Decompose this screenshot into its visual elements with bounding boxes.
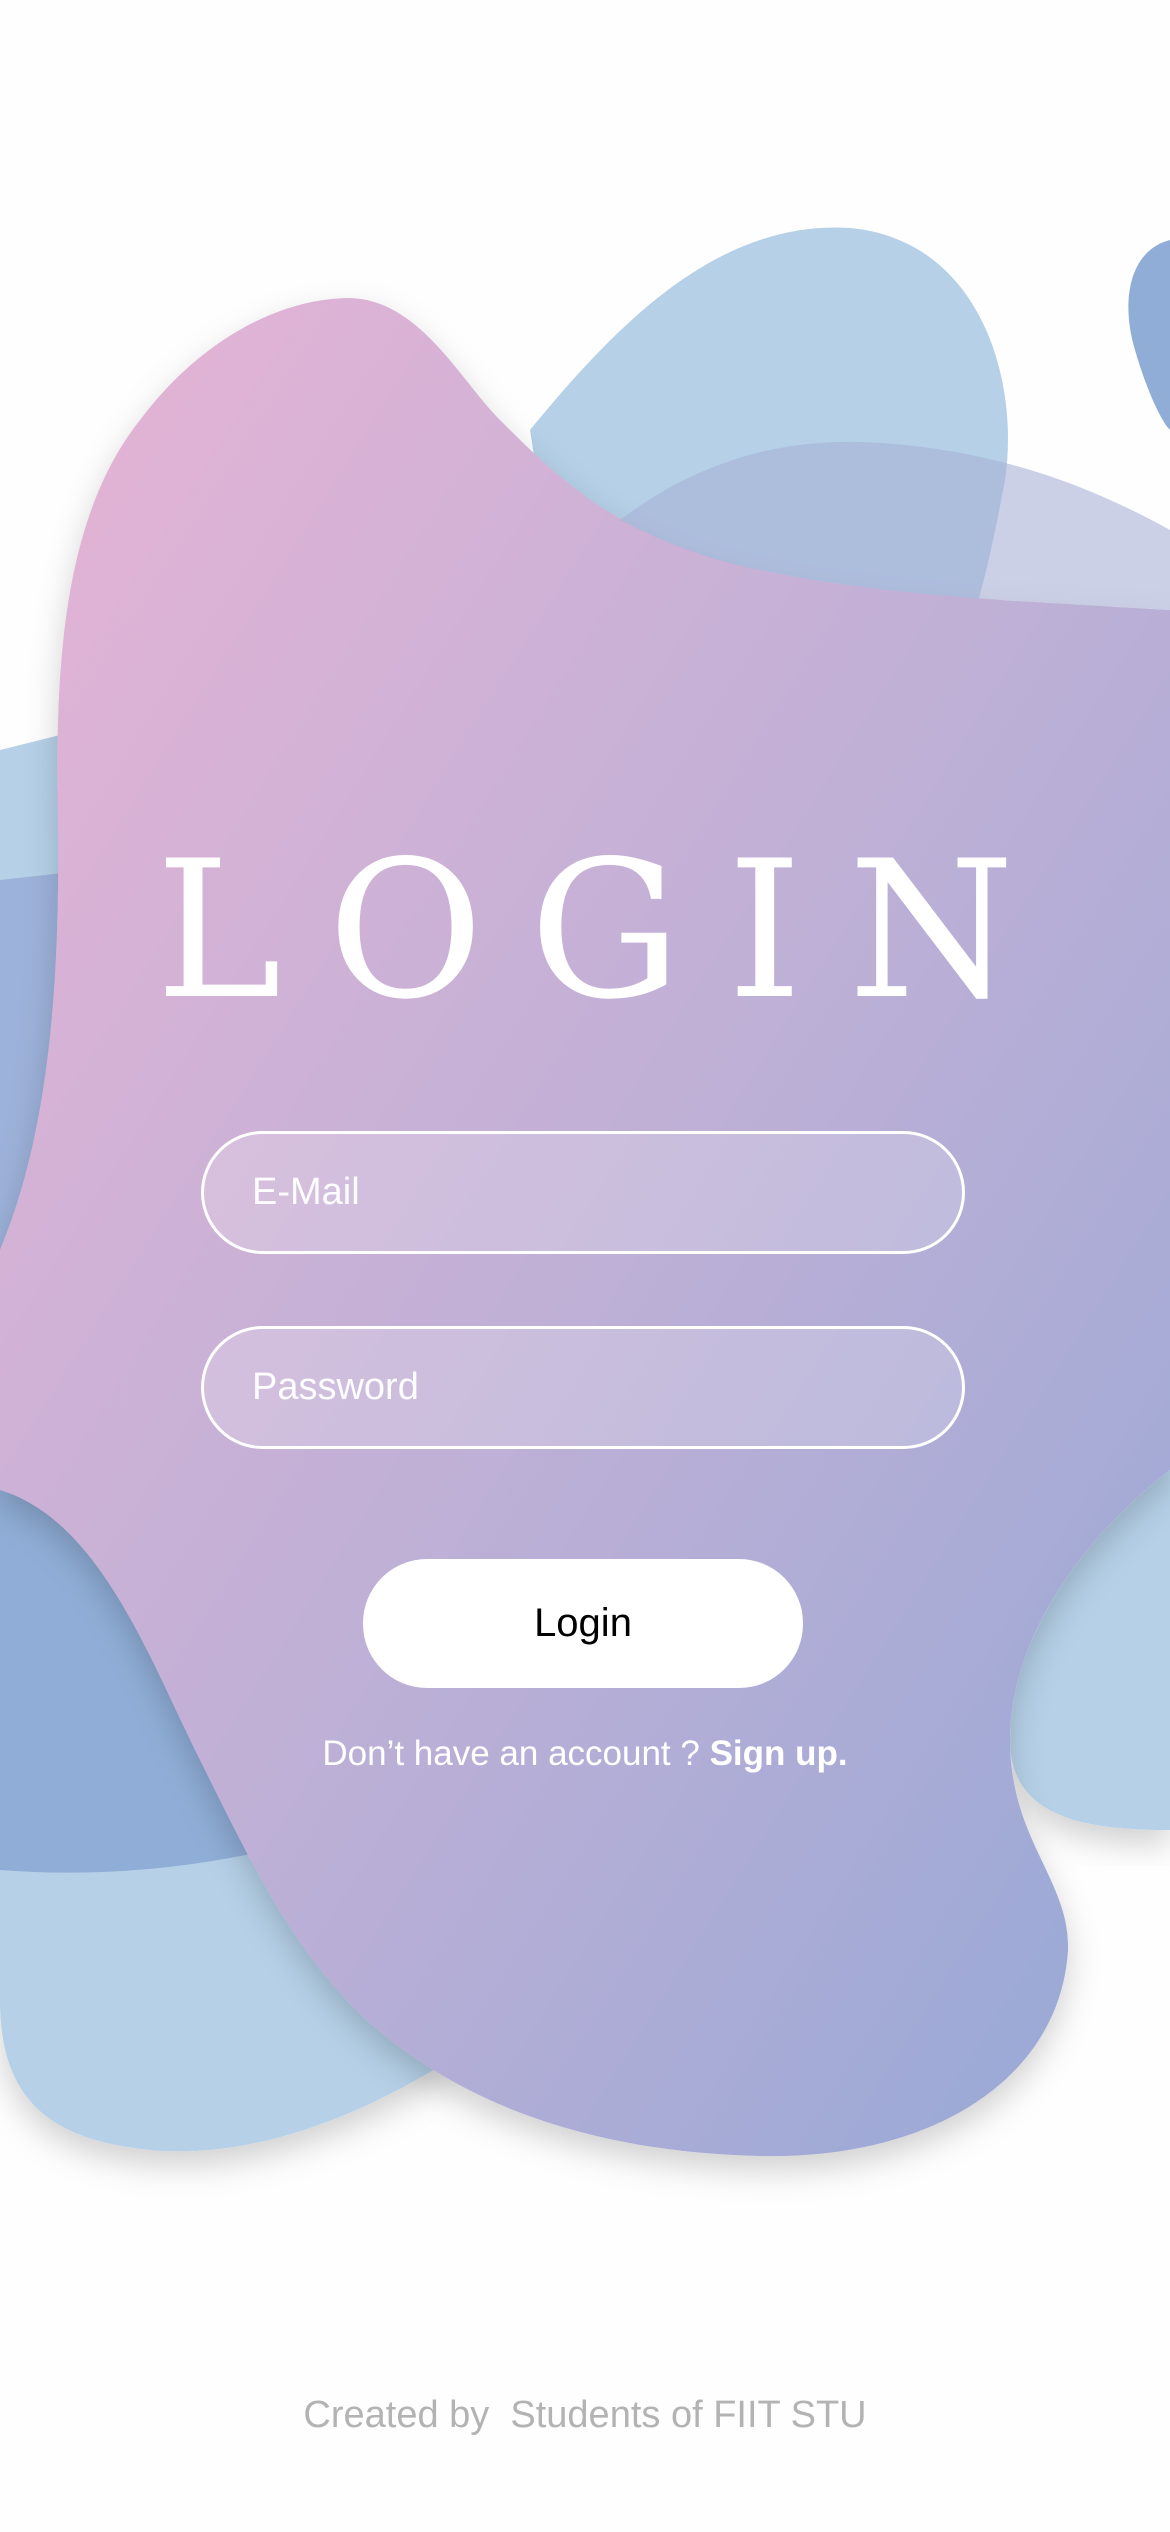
signup-row: Don’t have an account ? Sign up. bbox=[0, 1730, 1170, 1778]
signup-prompt: Don’t have an account ? bbox=[322, 1734, 710, 1773]
background-blobs bbox=[0, 227, 1170, 2157]
login-title: LOGIN bbox=[155, 820, 1061, 1041]
email-input[interactable] bbox=[201, 1131, 965, 1254]
password-input[interactable] bbox=[201, 1326, 965, 1449]
signup-link[interactable]: Sign up. bbox=[710, 1734, 848, 1773]
blob-blue-corner bbox=[1128, 240, 1170, 430]
footer-credit: Created by Students of FIIT STU bbox=[303, 2394, 867, 2436]
login-button[interactable]: Login bbox=[363, 1559, 803, 1688]
